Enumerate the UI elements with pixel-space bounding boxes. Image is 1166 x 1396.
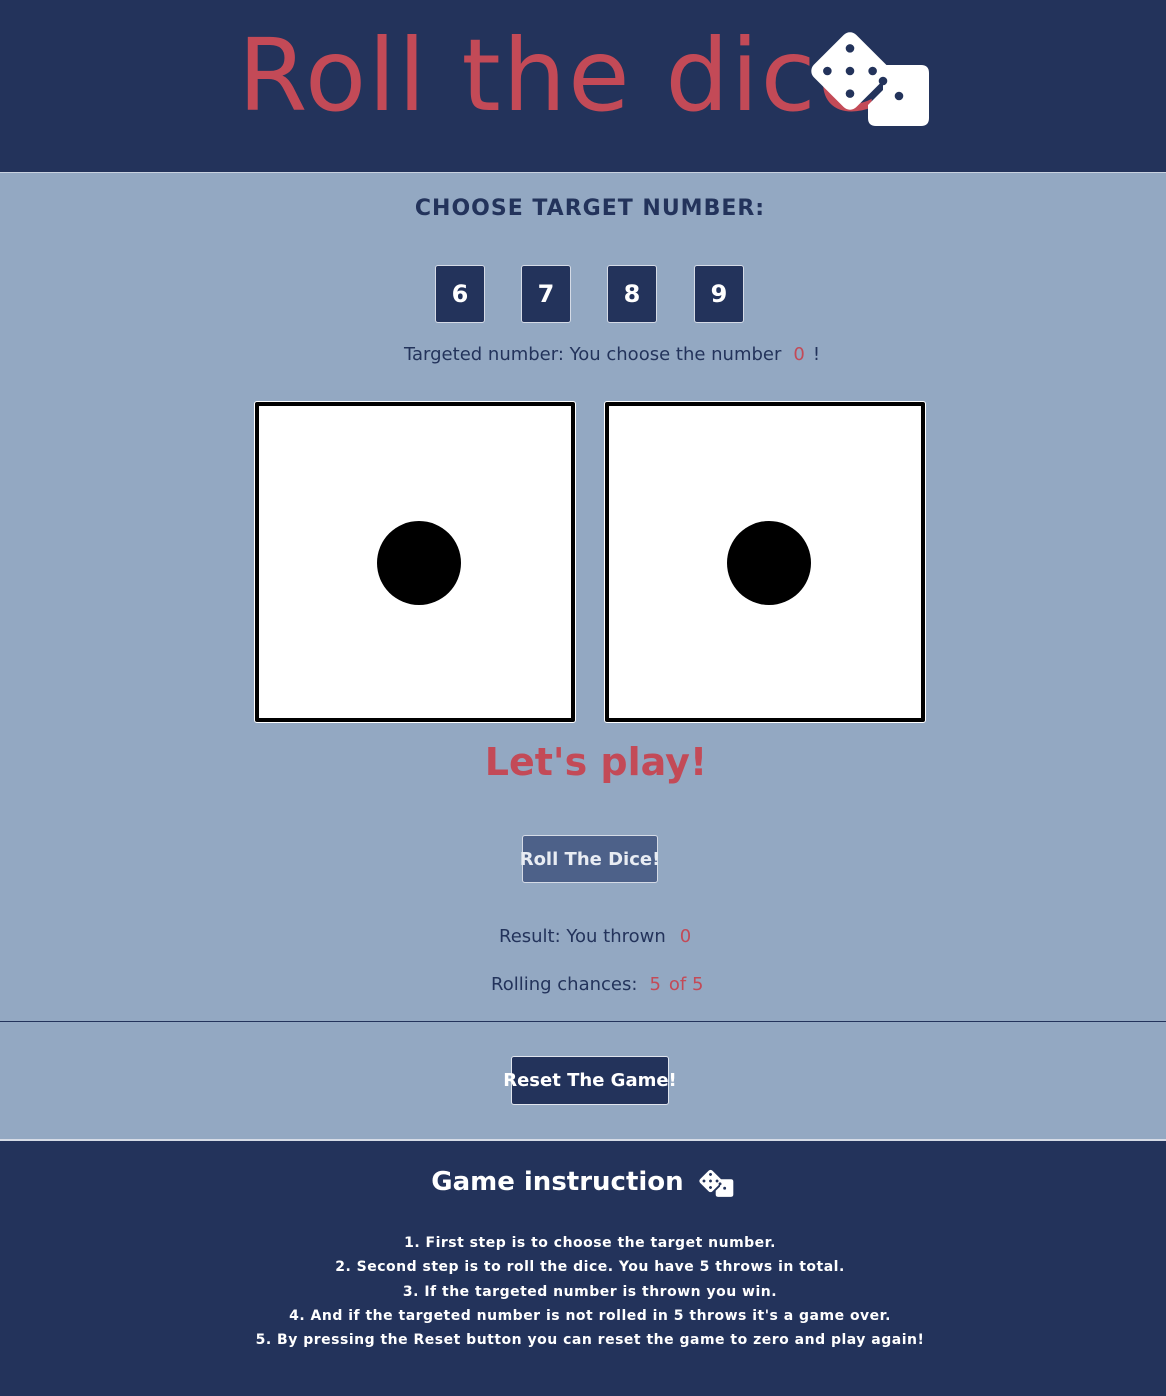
section-divider: [0, 1021, 1166, 1022]
die-left: [254, 401, 576, 723]
targeted-number-text: Targeted number: You choose the number: [404, 344, 782, 365]
instruction-step: 3. If the targeted number is thrown you …: [402, 1283, 778, 1300]
die-face: [609, 406, 921, 718]
instruction-list: 1. First step is to choose the target nu…: [0, 1231, 1166, 1352]
instructions-footer: Game instruction 1. First step is to cho…: [0, 1139, 1166, 1396]
target-button-7[interactable]: 7: [521, 265, 571, 323]
reset-game-button[interactable]: Reset The Game!: [503, 1056, 677, 1105]
rolling-chances-total: of 5: [668, 974, 704, 995]
game-status-message: Let's play!: [484, 740, 708, 784]
targeted-number-value: 0: [793, 344, 805, 365]
choose-target-label: CHOOSE TARGET NUMBER:: [414, 196, 766, 221]
page-header: Roll the dice: [0, 0, 1166, 173]
instruction-step: 5. By pressing the Reset button you can …: [255, 1332, 925, 1349]
result-text: Result: You thrown: [499, 926, 666, 947]
instruction-step: 2. Second step is to roll the dice. You …: [335, 1259, 845, 1276]
instruction-step: 1. First step is to choose the target nu…: [404, 1235, 776, 1251]
dice-icon: [811, 32, 929, 126]
die-right: [604, 401, 926, 723]
die-pip: [727, 521, 811, 605]
target-button-6[interactable]: 6: [435, 265, 485, 323]
dice-icon: [699, 1169, 734, 1197]
die-face: [259, 406, 571, 718]
target-button-9[interactable]: 9: [694, 265, 744, 323]
targeted-number-line: Targeted number: You choose the number 0!: [404, 344, 820, 365]
die-pip: [377, 521, 461, 605]
instructions-title: Game instruction: [0, 1167, 1166, 1198]
rolling-chances-line: Rolling chances: 5 of 5: [491, 974, 703, 995]
rolling-chances-value: 5: [649, 974, 661, 995]
target-button-8[interactable]: 8: [607, 265, 657, 323]
instruction-step: 4. And if the targeted number is not rol…: [289, 1307, 891, 1324]
instructions-title-text: Game instruction: [431, 1167, 684, 1197]
result-line: Result: You thrown 0: [499, 926, 691, 947]
page-title: Roll the dice: [238, 17, 882, 134]
result-value: 0: [679, 926, 692, 947]
roll-dice-button[interactable]: Roll The Dice!: [520, 835, 660, 883]
targeted-number-suffix: !: [812, 344, 821, 365]
rolling-chances-text: Rolling chances:: [491, 974, 638, 995]
